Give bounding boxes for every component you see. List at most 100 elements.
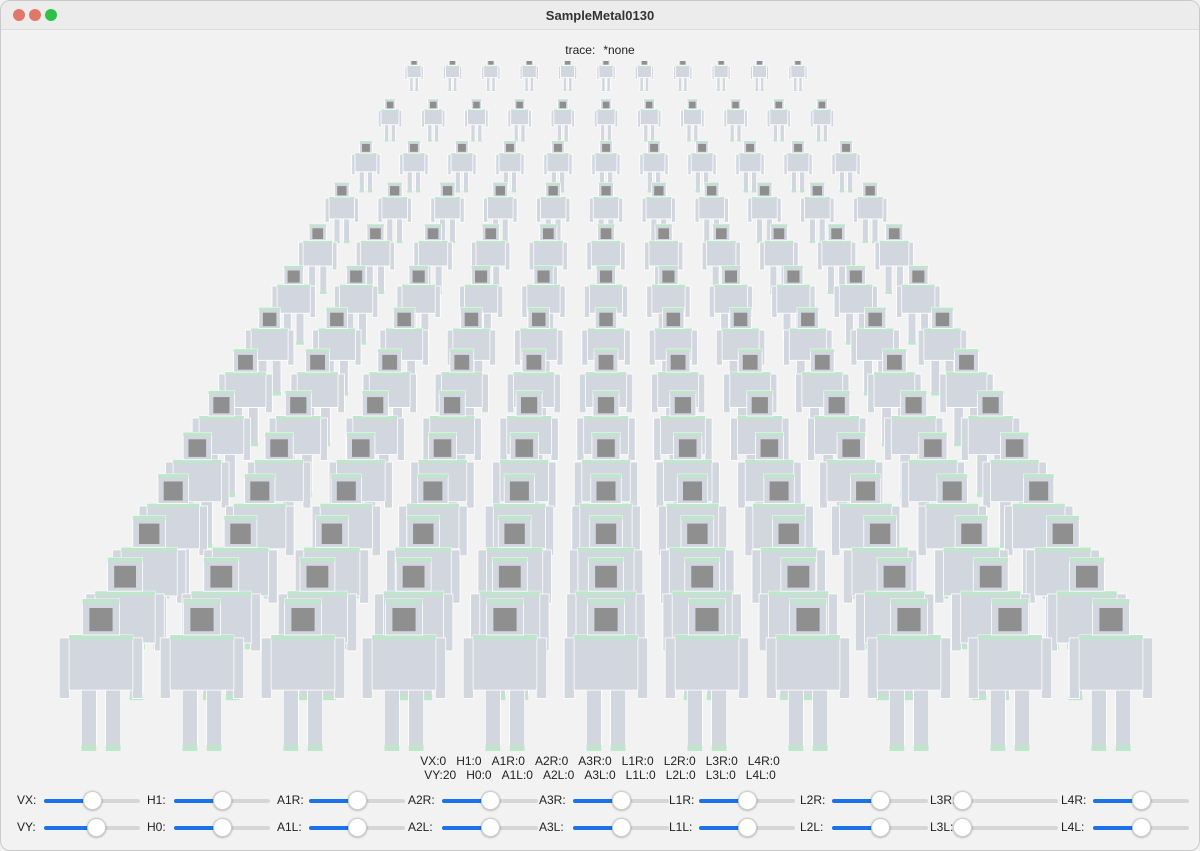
readout-value: VX:0 — [420, 754, 447, 768]
robot-figure — [550, 98, 575, 143]
slider-label: VX: — [17, 793, 37, 807]
joint-readout-row-2: VY:20 H0:0 A1L:0 A2L:0 A3L:0 L1L:0 L2L:0 L3L:0 L… — [1, 768, 1199, 782]
slider-thumb[interactable] — [1131, 818, 1151, 837]
title-bar: SampleMetal0130 — [1, 1, 1199, 30]
robot-figure — [324, 182, 359, 244]
trace-label: trace: — [565, 43, 596, 57]
slider-track[interactable] — [174, 818, 270, 837]
readout-value: L2L:0 — [665, 768, 696, 782]
readout-value: L2R:0 — [663, 754, 696, 768]
robot-figure — [558, 61, 578, 92]
slider-thumb[interactable] — [212, 818, 232, 837]
slider-thumb[interactable] — [212, 791, 232, 810]
readout-value: L3L:0 — [705, 768, 736, 782]
robot-figure — [723, 98, 748, 143]
readout-value: VY:20 — [424, 768, 457, 782]
readout-value: A3R:0 — [578, 754, 612, 768]
robot-figure — [809, 98, 835, 143]
robot-figure — [519, 61, 539, 92]
robot-figure — [593, 98, 619, 143]
slider-label: A3L: — [539, 820, 564, 834]
slider-track[interactable] — [44, 791, 140, 810]
slider-label: L4R: — [1061, 793, 1087, 807]
readout-value: L1L:0 — [625, 768, 656, 782]
slider-thumb[interactable] — [737, 791, 757, 810]
slider-label: L3L: — [930, 820, 954, 834]
slider-track[interactable] — [1093, 791, 1189, 810]
robot-figure — [421, 98, 446, 143]
slider-thumb[interactable] — [347, 818, 367, 837]
slider-thumb[interactable] — [480, 791, 500, 810]
robot-figure — [507, 98, 532, 143]
slider-label: H0: — [147, 820, 166, 834]
robot-figure — [673, 61, 693, 92]
readout-value: A2R:0 — [534, 754, 569, 768]
slider-track[interactable] — [44, 818, 140, 837]
slider-track[interactable] — [442, 818, 538, 837]
robot-figure — [399, 140, 429, 193]
robot-figure — [634, 61, 654, 92]
slider-thumb[interactable] — [870, 818, 890, 837]
robot-figure — [680, 98, 705, 143]
slider-row-2: VY: H0: A1L: A2L: A3L: L1L: L2L: L3L: L4L: — [1, 817, 1199, 837]
slider-thumb[interactable] — [1131, 791, 1151, 810]
slider-thumb[interactable] — [611, 791, 631, 810]
window-title: SampleMetal0130 — [545, 8, 655, 23]
readout-value: A3L:0 — [584, 768, 616, 782]
readout-value: H0:0 — [466, 768, 492, 782]
robot-figure — [377, 98, 403, 143]
slider-track[interactable] — [832, 791, 928, 810]
slider-label: A3R: — [539, 793, 566, 807]
slider-thumb[interactable] — [737, 818, 757, 837]
joint-readout-row-1: VX:0 H1:0 A1R:0 A2R:0 A3R:0 L1R:0 L2R:0 L3R:0 L4… — [1, 754, 1199, 768]
robot-figure — [442, 61, 463, 92]
robot-figure — [711, 61, 731, 92]
readout-value: L4R:0 — [747, 754, 780, 768]
robot-figure — [351, 140, 381, 193]
slider-label: A2R: — [408, 793, 435, 807]
slider-track[interactable] — [309, 791, 405, 810]
slider-track[interactable] — [573, 818, 669, 837]
robot-figure — [404, 61, 424, 92]
slider-track[interactable] — [952, 818, 1058, 837]
robot-figure — [874, 223, 914, 295]
slider-track[interactable] — [952, 791, 1058, 810]
slider-track[interactable] — [699, 791, 795, 810]
robot-figure — [853, 182, 888, 244]
trace-status: trace: *none — [1, 43, 1199, 57]
slider-thumb[interactable] — [952, 818, 972, 837]
slider-label: H1: — [147, 793, 166, 807]
robot-figure — [637, 98, 662, 143]
slider-track[interactable] — [573, 791, 669, 810]
slider-track[interactable] — [174, 791, 270, 810]
readout-value: L1R:0 — [621, 754, 654, 768]
robot-figure — [596, 61, 616, 92]
robot-figure — [298, 223, 338, 295]
robot-figure — [464, 98, 489, 143]
slider-track[interactable] — [699, 818, 795, 837]
slider-thumb[interactable] — [611, 818, 631, 837]
metal-render-viewport[interactable] — [41, 61, 1171, 751]
slider-thumb[interactable] — [347, 791, 367, 810]
trace-value: *none — [603, 43, 635, 57]
slider-thumb[interactable] — [952, 791, 972, 810]
slider-track[interactable] — [442, 791, 538, 810]
app-window: SampleMetal0130 trace: *none VX:0 H1:0 A1R:… — [0, 0, 1200, 851]
slider-track[interactable] — [832, 818, 928, 837]
slider-thumb[interactable] — [87, 818, 107, 837]
slider-thumb[interactable] — [870, 791, 890, 810]
slider-label: A1L: — [277, 820, 302, 834]
robot-figure — [831, 140, 861, 193]
slider-label: L1R: — [669, 793, 695, 807]
slider-thumb[interactable] — [480, 818, 500, 837]
slider-label: L4L: — [1061, 820, 1085, 834]
slider-track[interactable] — [1093, 818, 1189, 837]
slider-label: A2L: — [408, 820, 433, 834]
readout-value: A1L:0 — [501, 768, 533, 782]
slider-label: L2L: — [800, 820, 824, 834]
slider-track[interactable] — [309, 818, 405, 837]
slider-label: L2R: — [800, 793, 826, 807]
slider-thumb[interactable] — [82, 791, 102, 810]
slider-label: VY: — [17, 820, 36, 834]
slider-label: L1L: — [669, 820, 693, 834]
